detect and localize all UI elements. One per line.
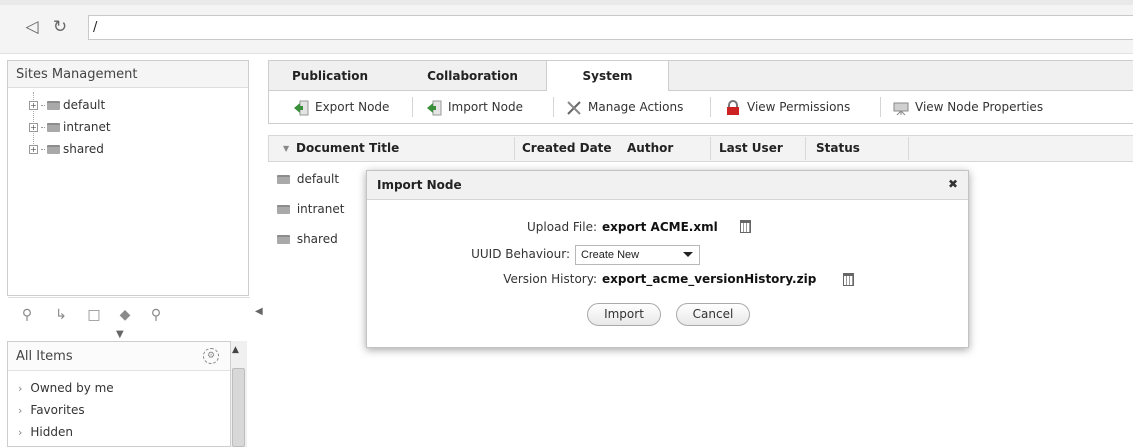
import-node-button[interactable]: Import Node bbox=[426, 97, 523, 117]
column-created-date[interactable]: Created Date bbox=[522, 135, 612, 162]
column-divider bbox=[908, 137, 909, 160]
chevron-right-icon: › bbox=[18, 426, 23, 439]
chevron-right-icon: › bbox=[18, 404, 23, 417]
collapse-down-icon[interactable]: ▼ bbox=[116, 329, 124, 340]
quick-item-hidden[interactable]: › Hidden bbox=[18, 425, 73, 447]
version-history-label: Version History: bbox=[503, 272, 597, 286]
close-icon[interactable]: ✖ bbox=[946, 177, 960, 191]
table-row[interactable]: shared bbox=[277, 232, 338, 252]
view-permissions-label: View Permissions bbox=[747, 100, 851, 114]
top-divider bbox=[0, 0, 1133, 5]
upload-file-label: Upload File: bbox=[527, 220, 597, 234]
delete-upload-icon[interactable] bbox=[740, 220, 751, 233]
import-node-label: Import Node bbox=[448, 100, 523, 114]
view-permissions-button[interactable]: View Permissions bbox=[725, 97, 850, 117]
clipboard-icon[interactable]: □ bbox=[83, 304, 105, 326]
cancel-button[interactable]: Cancel bbox=[676, 303, 750, 326]
expand-icon[interactable]: + bbox=[29, 123, 38, 132]
refresh-icon[interactable]: ↻ bbox=[50, 16, 70, 38]
path-input[interactable] bbox=[88, 15, 1133, 40]
chevron-down-icon bbox=[683, 252, 693, 257]
sites-panel-title: Sites Management bbox=[8, 61, 248, 88]
sort-down-icon[interactable]: ▼ bbox=[283, 144, 289, 153]
uuid-behaviour-label: UUID Behaviour: bbox=[471, 247, 570, 261]
row-title: shared bbox=[296, 232, 338, 246]
view-node-properties-label: View Node Properties bbox=[915, 100, 1044, 114]
tools-icon bbox=[566, 100, 582, 116]
manage-actions-label: Manage Actions bbox=[588, 100, 684, 114]
import-icon bbox=[426, 100, 442, 116]
tree-node-shared[interactable]: + shared bbox=[29, 142, 104, 164]
column-author[interactable]: Author bbox=[627, 135, 673, 162]
table-row[interactable]: intranet bbox=[277, 202, 344, 222]
tree-node-label: shared bbox=[63, 142, 104, 156]
expand-icon[interactable]: + bbox=[29, 145, 38, 154]
column-divider bbox=[514, 137, 515, 160]
tree-node-label: default bbox=[63, 98, 106, 112]
column-status[interactable]: Status bbox=[816, 135, 860, 162]
properties-icon bbox=[893, 100, 909, 116]
manage-actions-button[interactable]: Manage Actions bbox=[566, 97, 683, 117]
all-items-title: All Items bbox=[8, 342, 230, 371]
import-button[interactable]: Import bbox=[587, 303, 661, 326]
gear-icon[interactable]: ⚙ bbox=[203, 348, 219, 364]
toolbar-divider bbox=[710, 97, 711, 117]
sites-management-panel bbox=[7, 60, 249, 296]
folder-icon bbox=[277, 175, 290, 184]
toolbar-divider bbox=[412, 97, 413, 117]
uuid-selected-value: Create New bbox=[581, 249, 640, 261]
row-title: intranet bbox=[296, 202, 345, 216]
quick-item-label: Owned by me bbox=[30, 381, 114, 395]
row-title: default bbox=[296, 172, 340, 186]
sitemap-icon[interactable]: ⚲ bbox=[16, 304, 38, 326]
column-document-title[interactable]: Document Title bbox=[296, 135, 399, 162]
delete-version-history-icon[interactable] bbox=[843, 273, 854, 286]
tab-system[interactable]: System bbox=[546, 61, 669, 92]
scroll-up-icon[interactable]: ▲ bbox=[232, 345, 239, 355]
folder-icon bbox=[277, 205, 290, 214]
tree-node-default[interactable]: + default bbox=[29, 98, 105, 120]
export-node-button[interactable]: Export Node bbox=[293, 97, 389, 117]
tab-collaboration[interactable]: Collaboration bbox=[410, 61, 535, 91]
tab-bar bbox=[268, 60, 1133, 91]
quick-item-label: Hidden bbox=[30, 425, 73, 439]
search-icon[interactable]: ⚲ bbox=[145, 304, 167, 326]
folder-icon bbox=[47, 101, 60, 110]
lock-icon bbox=[725, 99, 741, 116]
expand-icon[interactable]: + bbox=[29, 101, 38, 110]
view-node-properties-button[interactable]: View Node Properties bbox=[893, 97, 1043, 117]
column-divider bbox=[710, 137, 711, 160]
quick-item-owned-by-me[interactable]: › Owned by me bbox=[18, 381, 114, 403]
folder-icon bbox=[47, 145, 60, 154]
uuid-behaviour-select[interactable]: Create New bbox=[575, 245, 700, 265]
quick-item-label: Favorites bbox=[30, 403, 85, 417]
back-arrow-icon[interactable]: ◁ bbox=[22, 16, 42, 38]
tree-node-intranet[interactable]: + intranet bbox=[29, 120, 111, 142]
export-icon bbox=[293, 100, 309, 116]
dialog-title: Import Node bbox=[377, 178, 462, 192]
chevron-right-icon: › bbox=[18, 382, 23, 395]
toolbar-divider bbox=[553, 97, 554, 117]
folder-icon bbox=[277, 235, 290, 244]
folder-icon bbox=[47, 123, 60, 132]
tag-icon[interactable]: ◆ bbox=[114, 304, 136, 326]
version-history-value: export_acme_versionHistory.zip bbox=[602, 272, 817, 286]
tree-node-label: intranet bbox=[63, 120, 111, 134]
quick-item-favorites[interactable]: › Favorites bbox=[18, 403, 85, 425]
tab-publication[interactable]: Publication bbox=[270, 61, 390, 91]
upload-file-value: export ACME.xml bbox=[602, 220, 718, 234]
export-node-label: Export Node bbox=[315, 100, 390, 114]
collapse-left-icon[interactable]: ◀ bbox=[255, 306, 263, 317]
column-divider bbox=[805, 137, 806, 160]
table-row[interactable]: default bbox=[277, 172, 339, 192]
relations-icon[interactable]: ↳ bbox=[50, 304, 72, 326]
column-last-user[interactable]: Last User bbox=[719, 135, 783, 162]
scrollbar-thumb[interactable] bbox=[232, 368, 245, 447]
toolbar-divider bbox=[880, 97, 881, 117]
